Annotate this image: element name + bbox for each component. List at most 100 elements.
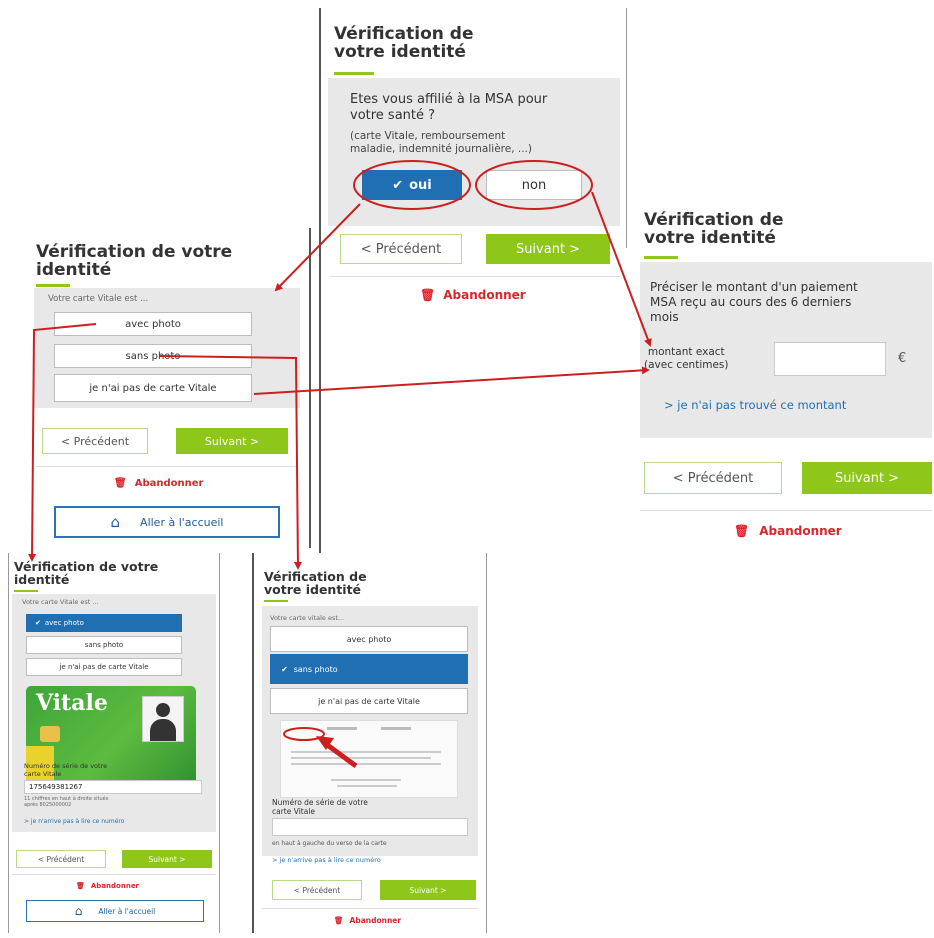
option-label: sans photo <box>125 350 181 362</box>
amount-input[interactable] <box>774 342 886 376</box>
previous-button[interactable]: < Précédent <box>644 462 782 494</box>
panel-montant: Vérification de votre identité Préciser … <box>640 208 932 548</box>
check-icon: ✔ <box>392 177 404 193</box>
serial-help-line2: après 8025000002 <box>24 802 72 809</box>
trash-icon: 🗑 <box>734 524 750 538</box>
option-sans-photo[interactable]: sans photo <box>54 344 252 368</box>
hint-line1: (carte Vitale, remboursement <box>350 130 506 142</box>
serial-help: 11 chiffres en haut à droite situés aprè… <box>24 796 108 809</box>
instructions-line1: Préciser le montant d'un paiement <box>650 280 858 294</box>
home-button[interactable]: ⌂ Aller à l'accueil <box>26 900 204 922</box>
option-label: sans photo <box>84 641 124 649</box>
serial-label: Numéro de série de votre carte Vitale <box>24 762 107 778</box>
frame-edge-right-p1 <box>626 8 627 248</box>
check-icon: ✔ <box>281 664 288 674</box>
option-no-card[interactable]: je n'ai pas de carte Vitale <box>270 688 468 714</box>
option-sans-photo[interactable]: sans photo <box>26 636 182 654</box>
frame-edge-p5-left <box>252 553 254 933</box>
divider <box>12 874 216 875</box>
abandon-link[interactable]: 🗑 Abandonner <box>334 916 401 925</box>
frame-edge-left-p1 <box>319 8 321 553</box>
hint-line2: maladie, indemnité journalière, ...) <box>350 143 532 156</box>
previous-button[interactable]: < Précédent <box>340 234 462 264</box>
cannot-read-link[interactable]: > je n'arrive pas à lire ce numéro <box>24 818 124 825</box>
serial-input[interactable]: 175649381267 <box>24 780 202 794</box>
option-avec-photo[interactable]: avec photo <box>270 626 468 652</box>
option-sans-photo[interactable]: ✔ sans photo <box>270 654 468 684</box>
page-title: Vérification de votre identité <box>264 570 367 596</box>
question-line2: votre santé ? <box>350 108 436 124</box>
option-label: je n'ai pas de carte Vitale <box>318 696 420 706</box>
non-button[interactable]: non <box>486 170 582 200</box>
option-label: je n'ai pas de carte Vitale <box>59 663 149 671</box>
title-underline <box>334 72 374 75</box>
page-title: Vérification de votre identité <box>14 560 158 586</box>
abandon-label: Abandonner <box>349 916 402 925</box>
serial-label-line2: carte Vitale <box>272 807 316 817</box>
option-avec-photo[interactable]: avec photo <box>54 312 252 336</box>
frame-edge-p4-left <box>8 553 9 933</box>
title-underline <box>644 256 678 259</box>
abandon-label: Abandonner <box>134 478 204 489</box>
previous-button[interactable]: < Précédent <box>16 850 106 868</box>
abandon-link[interactable]: 🗑 Abandonner <box>734 524 842 538</box>
page-title-line2: votre identité <box>644 227 776 248</box>
abandon-label: Abandonner <box>90 882 140 890</box>
next-button[interactable]: Suivant > <box>802 462 932 494</box>
trash-icon: 🗑 <box>334 916 344 925</box>
next-label: Suivant > <box>204 434 260 448</box>
next-button[interactable]: Suivant > <box>176 428 288 454</box>
panel-sans-photo: Vérification de votre identité Votre car… <box>256 556 484 934</box>
previous-label: < Précédent <box>293 885 341 895</box>
abandon-link[interactable]: 🗑 Abandonner <box>76 882 139 890</box>
title-underline <box>36 284 70 287</box>
page-title-line2: votre identité <box>264 582 362 598</box>
trash-icon: 🗑 <box>420 288 436 302</box>
options-label: Votre carte Vitale est ... <box>48 294 149 304</box>
amount-label-line1: montant exact <box>647 346 725 358</box>
previous-button[interactable]: < Précédent <box>42 428 148 454</box>
amount-not-found-link[interactable]: > je n'ai pas trouvé ce montant <box>664 398 846 412</box>
abandon-link[interactable]: 🗑 Abandonner <box>420 288 526 302</box>
question-line1: Etes vous affilié à la MSA pour <box>350 92 548 107</box>
home-icon: ⌂ <box>74 904 83 918</box>
option-no-card[interactable]: je n'ai pas de carte Vitale <box>54 374 252 402</box>
instructions-line2: MSA reçu au cours des 6 derniers <box>650 295 852 309</box>
option-avec-photo[interactable]: ✔ avec photo <box>26 614 182 632</box>
option-label: sans photo <box>293 664 338 674</box>
oui-button[interactable]: ✔ oui <box>362 170 462 200</box>
card-chip <box>40 726 60 742</box>
card-back-image <box>280 720 458 798</box>
home-button[interactable]: ⌂ Aller à l'accueil <box>54 506 280 538</box>
option-label: avec photo <box>44 619 84 627</box>
frame-edge-p2 <box>309 228 311 548</box>
previous-label: < Précédent <box>60 434 130 448</box>
abandon-link[interactable]: 🗑 Abandonner <box>114 478 203 489</box>
cannot-read-link[interactable]: > je n'arrive pas à lire ce numéro <box>272 856 381 864</box>
previous-label: < Précédent <box>360 241 442 257</box>
options-label: Votre carte Vitale est ... <box>22 598 99 606</box>
oui-label: oui <box>409 177 432 193</box>
next-button[interactable]: Suivant > <box>122 850 212 868</box>
question-hint: (carte Vitale, remboursement maladie, in… <box>350 130 532 156</box>
divider <box>640 510 932 511</box>
serial-help: en haut à gauche du verso de la carte <box>272 840 387 847</box>
non-label: non <box>521 177 547 193</box>
serial-label-line1: Numéro de série de votre <box>24 762 108 770</box>
divider <box>262 908 478 909</box>
panel-avec-photo: Vérification de votre identité Votre car… <box>10 556 218 934</box>
home-label: Aller à l'accueil <box>140 515 224 529</box>
trash-icon: 🗑 <box>114 478 127 489</box>
previous-button[interactable]: < Précédent <box>272 880 362 900</box>
serial-input[interactable] <box>272 818 468 836</box>
home-label: Aller à l'accueil <box>98 906 156 916</box>
next-button[interactable]: Suivant > <box>486 234 610 264</box>
question-text: Etes vous affilié à la MSA pour votre sa… <box>350 92 547 125</box>
serial-label-line1: Numéro de série de votre <box>272 798 368 807</box>
option-no-card[interactable]: je n'ai pas de carte Vitale <box>26 658 182 676</box>
option-label: avec photo <box>346 634 392 644</box>
trash-icon: 🗑 <box>76 882 85 890</box>
next-button[interactable]: Suivant > <box>380 880 476 900</box>
page-title-line2: votre identité <box>334 41 466 62</box>
previous-label: < Précédent <box>672 470 754 486</box>
